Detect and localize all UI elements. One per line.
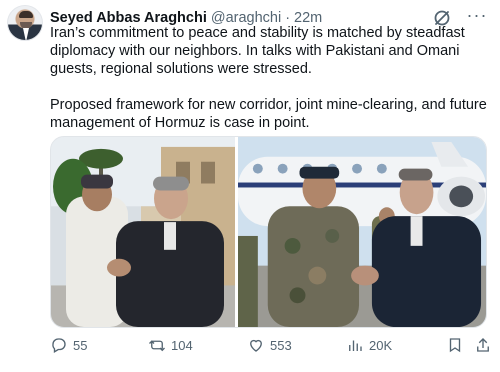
- avatar-beard: [20, 22, 32, 29]
- repost-count: 104: [171, 337, 193, 353]
- reply-button[interactable]: 55: [50, 336, 87, 354]
- repost-button[interactable]: 104: [148, 336, 193, 354]
- share-icon: [477, 338, 489, 352]
- tweet-media: [50, 136, 487, 328]
- avatar-hair: [19, 11, 33, 18]
- views-button[interactable]: 20K: [346, 336, 392, 354]
- avatar-shirt: [23, 28, 29, 40]
- photo-left[interactable]: [51, 137, 235, 327]
- photo-left-image: [51, 137, 235, 327]
- reply-icon: [52, 338, 66, 353]
- views-count: 20K: [369, 337, 393, 353]
- tweet-actions: 55 104 553 20K: [50, 334, 490, 356]
- like-button[interactable]: 553: [247, 336, 292, 354]
- like-icon: [250, 339, 262, 352]
- like-count: 553: [270, 337, 292, 353]
- reply-count: 55: [73, 337, 88, 353]
- tweet-text: Iran’s commitment to peace and stability…: [50, 24, 490, 132]
- author-avatar[interactable]: [7, 5, 43, 41]
- tweet-paragraph-1: Iran’s commitment to peace and stability…: [50, 25, 465, 77]
- photo-right[interactable]: [238, 137, 486, 327]
- bookmark-button[interactable]: [446, 336, 464, 354]
- views-icon: [349, 340, 362, 351]
- photo-right-image: [238, 137, 486, 327]
- bookmark-icon: [449, 338, 461, 353]
- tweet-paragraph-2: Proposed framework for new corridor, joi…: [50, 97, 487, 131]
- share-button[interactable]: [474, 336, 492, 354]
- repost-icon: [149, 340, 165, 352]
